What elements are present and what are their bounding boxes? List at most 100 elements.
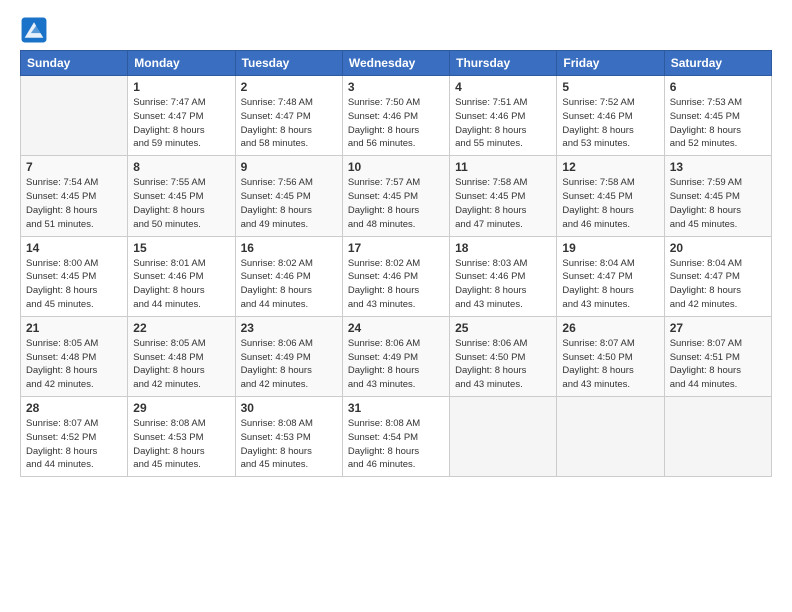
calendar-cell: 23 Sunrise: 8:06 AMSunset: 4:49 PMDaylig… — [235, 316, 342, 396]
weekday-header-row: SundayMondayTuesdayWednesdayThursdayFrid… — [21, 51, 772, 76]
day-number: 1 — [133, 80, 229, 94]
day-info: Sunrise: 8:04 AMSunset: 4:47 PMDaylight:… — [670, 258, 742, 310]
calendar-cell: 5 Sunrise: 7:52 AMSunset: 4:46 PMDayligh… — [557, 76, 664, 156]
day-number: 7 — [26, 160, 122, 174]
day-number: 27 — [670, 321, 766, 335]
day-number: 25 — [455, 321, 551, 335]
calendar-cell: 13 Sunrise: 7:59 AMSunset: 4:45 PMDaylig… — [664, 156, 771, 236]
calendar-cell: 30 Sunrise: 8:08 AMSunset: 4:53 PMDaylig… — [235, 397, 342, 477]
day-number: 14 — [26, 241, 122, 255]
weekday-header-wednesday: Wednesday — [342, 51, 449, 76]
day-number: 23 — [241, 321, 337, 335]
calendar-cell: 24 Sunrise: 8:06 AMSunset: 4:49 PMDaylig… — [342, 316, 449, 396]
day-number: 18 — [455, 241, 551, 255]
calendar-table: SundayMondayTuesdayWednesdayThursdayFrid… — [20, 50, 772, 477]
day-info: Sunrise: 8:05 AMSunset: 4:48 PMDaylight:… — [26, 338, 98, 390]
day-info: Sunrise: 8:08 AMSunset: 4:53 PMDaylight:… — [241, 418, 313, 470]
day-number: 13 — [670, 160, 766, 174]
calendar-cell: 28 Sunrise: 8:07 AMSunset: 4:52 PMDaylig… — [21, 397, 128, 477]
weekday-header-friday: Friday — [557, 51, 664, 76]
calendar-cell: 15 Sunrise: 8:01 AMSunset: 4:46 PMDaylig… — [128, 236, 235, 316]
day-number: 10 — [348, 160, 444, 174]
calendar-cell: 2 Sunrise: 7:48 AMSunset: 4:47 PMDayligh… — [235, 76, 342, 156]
calendar-cell: 20 Sunrise: 8:04 AMSunset: 4:47 PMDaylig… — [664, 236, 771, 316]
logo — [20, 16, 54, 44]
day-info: Sunrise: 8:07 AMSunset: 4:50 PMDaylight:… — [562, 338, 634, 390]
day-info: Sunrise: 7:55 AMSunset: 4:45 PMDaylight:… — [133, 177, 205, 229]
calendar-cell: 10 Sunrise: 7:57 AMSunset: 4:45 PMDaylig… — [342, 156, 449, 236]
day-info: Sunrise: 8:02 AMSunset: 4:46 PMDaylight:… — [241, 258, 313, 310]
day-info: Sunrise: 8:08 AMSunset: 4:53 PMDaylight:… — [133, 418, 205, 470]
day-info: Sunrise: 7:50 AMSunset: 4:46 PMDaylight:… — [348, 97, 420, 149]
calendar-cell — [21, 76, 128, 156]
day-info: Sunrise: 7:48 AMSunset: 4:47 PMDaylight:… — [241, 97, 313, 149]
day-number: 17 — [348, 241, 444, 255]
day-info: Sunrise: 8:07 AMSunset: 4:52 PMDaylight:… — [26, 418, 98, 470]
day-info: Sunrise: 8:08 AMSunset: 4:54 PMDaylight:… — [348, 418, 420, 470]
day-info: Sunrise: 7:59 AMSunset: 4:45 PMDaylight:… — [670, 177, 742, 229]
calendar-cell: 18 Sunrise: 8:03 AMSunset: 4:46 PMDaylig… — [450, 236, 557, 316]
day-info: Sunrise: 8:01 AMSunset: 4:46 PMDaylight:… — [133, 258, 205, 310]
page: SundayMondayTuesdayWednesdayThursdayFrid… — [0, 0, 792, 487]
day-number: 5 — [562, 80, 658, 94]
day-info: Sunrise: 8:06 AMSunset: 4:50 PMDaylight:… — [455, 338, 527, 390]
day-number: 31 — [348, 401, 444, 415]
week-row-3: 21 Sunrise: 8:05 AMSunset: 4:48 PMDaylig… — [21, 316, 772, 396]
weekday-header-sunday: Sunday — [21, 51, 128, 76]
weekday-header-saturday: Saturday — [664, 51, 771, 76]
calendar-cell: 31 Sunrise: 8:08 AMSunset: 4:54 PMDaylig… — [342, 397, 449, 477]
day-info: Sunrise: 8:06 AMSunset: 4:49 PMDaylight:… — [348, 338, 420, 390]
calendar-cell: 29 Sunrise: 8:08 AMSunset: 4:53 PMDaylig… — [128, 397, 235, 477]
week-row-4: 28 Sunrise: 8:07 AMSunset: 4:52 PMDaylig… — [21, 397, 772, 477]
day-number: 30 — [241, 401, 337, 415]
day-number: 8 — [133, 160, 229, 174]
day-number: 21 — [26, 321, 122, 335]
day-number: 3 — [348, 80, 444, 94]
day-number: 24 — [348, 321, 444, 335]
calendar-cell: 27 Sunrise: 8:07 AMSunset: 4:51 PMDaylig… — [664, 316, 771, 396]
day-info: Sunrise: 7:52 AMSunset: 4:46 PMDaylight:… — [562, 97, 634, 149]
calendar-cell: 8 Sunrise: 7:55 AMSunset: 4:45 PMDayligh… — [128, 156, 235, 236]
calendar-cell: 21 Sunrise: 8:05 AMSunset: 4:48 PMDaylig… — [21, 316, 128, 396]
day-number: 26 — [562, 321, 658, 335]
day-info: Sunrise: 7:56 AMSunset: 4:45 PMDaylight:… — [241, 177, 313, 229]
weekday-header-thursday: Thursday — [450, 51, 557, 76]
calendar-cell: 14 Sunrise: 8:00 AMSunset: 4:45 PMDaylig… — [21, 236, 128, 316]
calendar-cell: 19 Sunrise: 8:04 AMSunset: 4:47 PMDaylig… — [557, 236, 664, 316]
week-row-1: 7 Sunrise: 7:54 AMSunset: 4:45 PMDayligh… — [21, 156, 772, 236]
day-info: Sunrise: 8:06 AMSunset: 4:49 PMDaylight:… — [241, 338, 313, 390]
week-row-2: 14 Sunrise: 8:00 AMSunset: 4:45 PMDaylig… — [21, 236, 772, 316]
calendar-cell: 22 Sunrise: 8:05 AMSunset: 4:48 PMDaylig… — [128, 316, 235, 396]
day-info: Sunrise: 8:07 AMSunset: 4:51 PMDaylight:… — [670, 338, 742, 390]
day-number: 16 — [241, 241, 337, 255]
calendar-cell: 4 Sunrise: 7:51 AMSunset: 4:46 PMDayligh… — [450, 76, 557, 156]
weekday-header-tuesday: Tuesday — [235, 51, 342, 76]
day-number: 20 — [670, 241, 766, 255]
day-number: 19 — [562, 241, 658, 255]
calendar-cell — [450, 397, 557, 477]
calendar-cell: 6 Sunrise: 7:53 AMSunset: 4:45 PMDayligh… — [664, 76, 771, 156]
calendar-cell: 11 Sunrise: 7:58 AMSunset: 4:45 PMDaylig… — [450, 156, 557, 236]
day-info: Sunrise: 8:03 AMSunset: 4:46 PMDaylight:… — [455, 258, 527, 310]
day-info: Sunrise: 7:58 AMSunset: 4:45 PMDaylight:… — [562, 177, 634, 229]
day-number: 2 — [241, 80, 337, 94]
header — [20, 16, 772, 44]
week-row-0: 1 Sunrise: 7:47 AMSunset: 4:47 PMDayligh… — [21, 76, 772, 156]
day-number: 11 — [455, 160, 551, 174]
day-info: Sunrise: 7:53 AMSunset: 4:45 PMDaylight:… — [670, 97, 742, 149]
calendar-cell: 26 Sunrise: 8:07 AMSunset: 4:50 PMDaylig… — [557, 316, 664, 396]
day-info: Sunrise: 7:47 AMSunset: 4:47 PMDaylight:… — [133, 97, 205, 149]
day-number: 22 — [133, 321, 229, 335]
day-number: 28 — [26, 401, 122, 415]
day-number: 12 — [562, 160, 658, 174]
day-info: Sunrise: 7:58 AMSunset: 4:45 PMDaylight:… — [455, 177, 527, 229]
day-number: 29 — [133, 401, 229, 415]
calendar-cell: 9 Sunrise: 7:56 AMSunset: 4:45 PMDayligh… — [235, 156, 342, 236]
day-number: 9 — [241, 160, 337, 174]
day-number: 4 — [455, 80, 551, 94]
weekday-header-monday: Monday — [128, 51, 235, 76]
day-number: 15 — [133, 241, 229, 255]
calendar-cell: 25 Sunrise: 8:06 AMSunset: 4:50 PMDaylig… — [450, 316, 557, 396]
day-info: Sunrise: 8:02 AMSunset: 4:46 PMDaylight:… — [348, 258, 420, 310]
calendar-cell: 3 Sunrise: 7:50 AMSunset: 4:46 PMDayligh… — [342, 76, 449, 156]
